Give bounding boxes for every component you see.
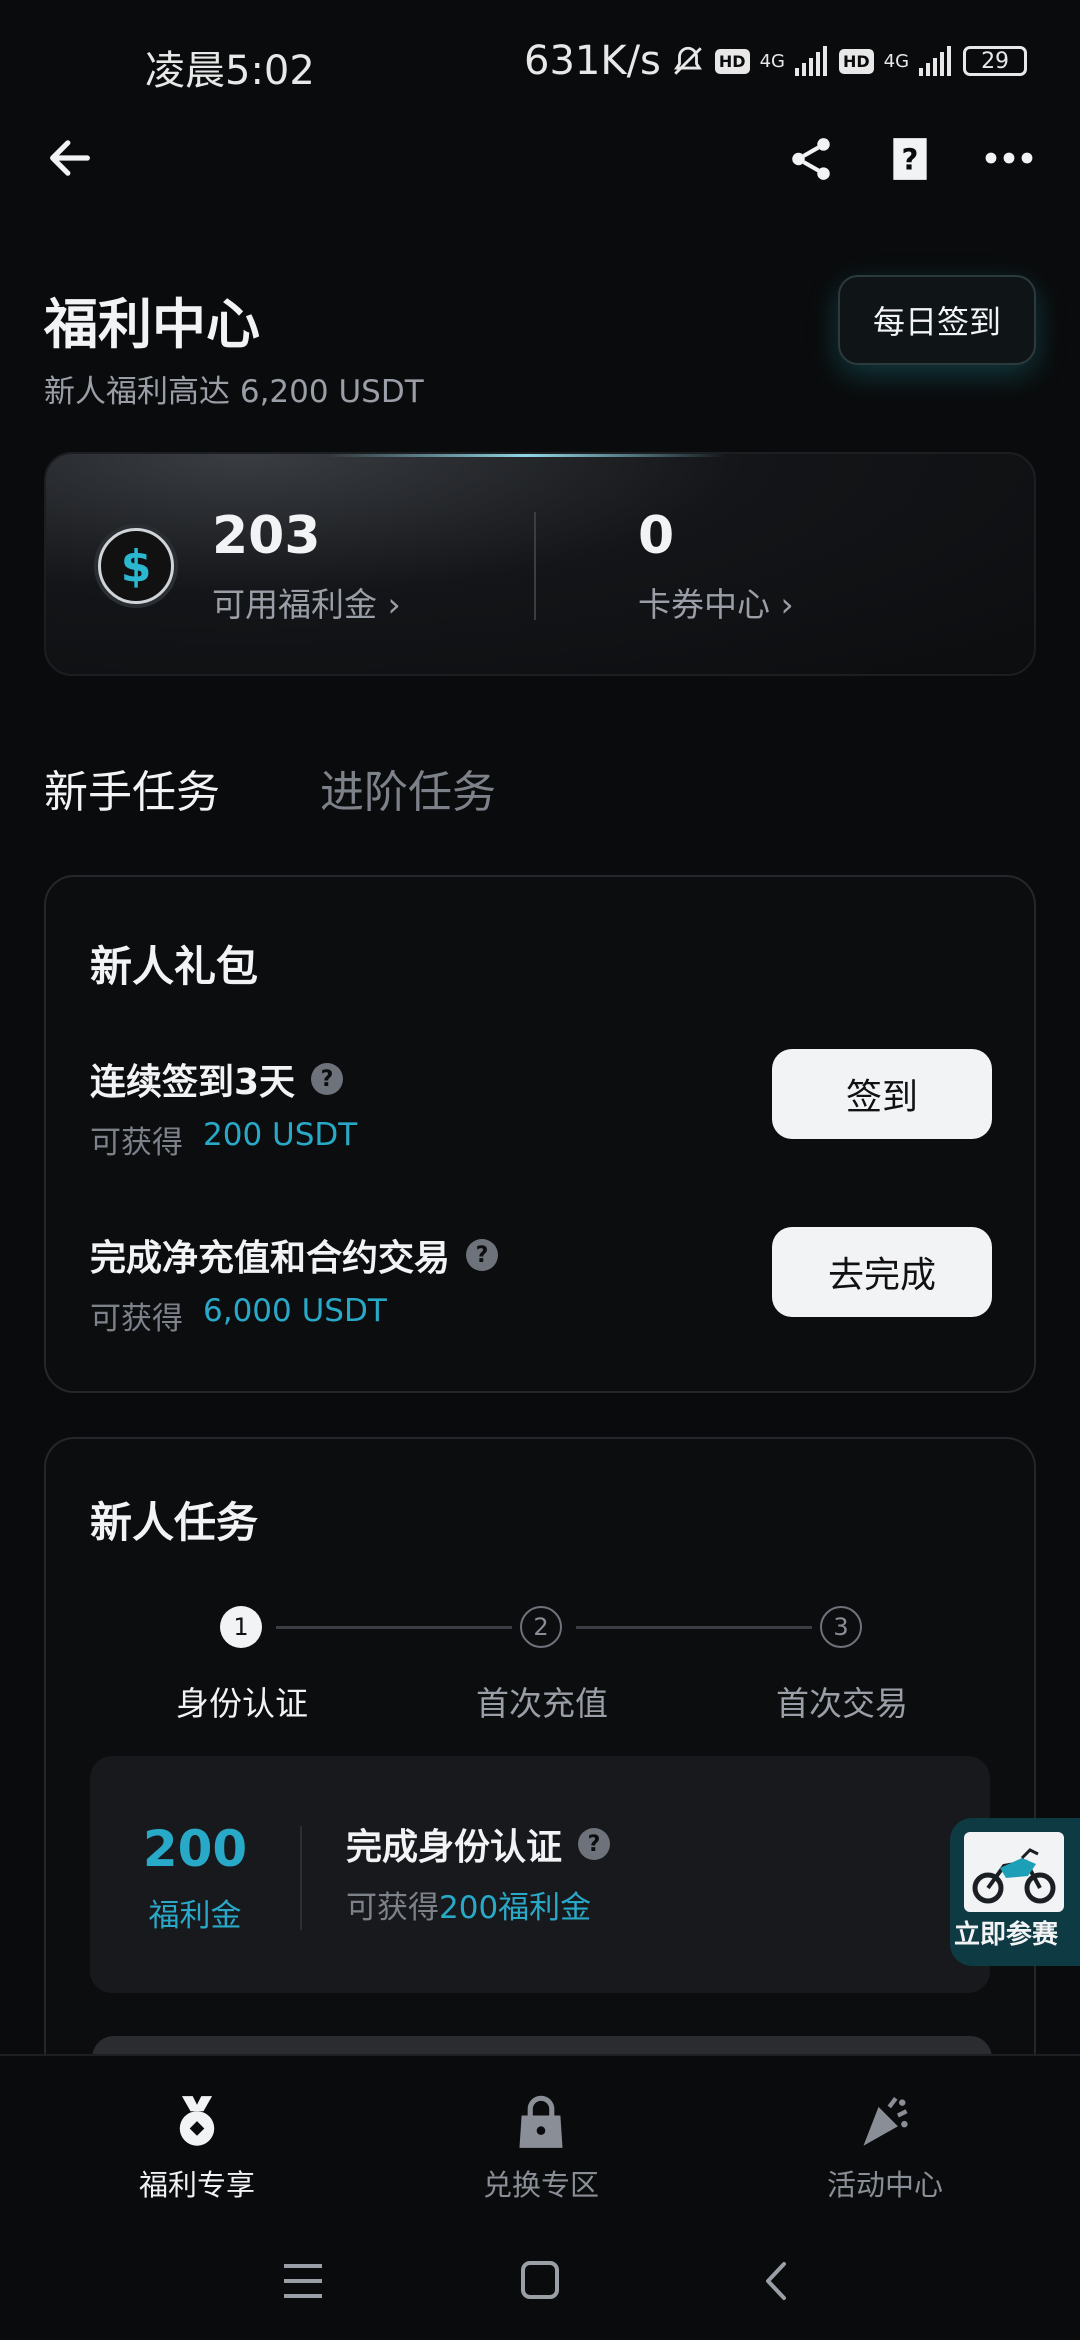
hd-badge-2: HD — [838, 48, 874, 74]
reward-value: 200 USDT — [203, 1117, 358, 1153]
coupon-count-value: 0 — [638, 506, 675, 566]
home-icon[interactable] — [520, 2260, 560, 2300]
step-2-label[interactable]: 首次充值 — [476, 1677, 608, 1725]
medal-icon — [179, 2096, 215, 2146]
newbie-tasks-title: 新人任务 — [90, 1498, 259, 1547]
bottom-nav-item-welfare[interactable]: 福利专享 — [92, 2094, 302, 2204]
reward-prefix: 可获得 — [346, 1890, 439, 1926]
status-indicators: 631K/s HD 4G HD 4G 29 — [524, 38, 1028, 84]
more-icon[interactable] — [982, 138, 1036, 178]
motorcycle-image — [964, 1832, 1064, 1912]
join-contest-badge[interactable]: 立即参赛 — [950, 1818, 1080, 1966]
step-1-circle: 1 — [220, 1606, 262, 1648]
task-box-divider — [300, 1826, 302, 1930]
bottom-nav: 福利专享 兑换专区 活动中心 — [0, 2054, 1080, 2340]
bottom-nav-item-activities[interactable]: 活动中心 — [780, 2094, 990, 2204]
task-reward: 可获得 200 USDT — [90, 1117, 357, 1162]
signal-bars-icon — [794, 46, 827, 76]
signal-icon: 4G — [759, 50, 785, 72]
bottom-nav-label: 活动中心 — [826, 2168, 943, 2202]
bottom-nav-item-exchange[interactable]: 兑换专区 — [436, 2094, 646, 2204]
reward-prefix: 可获得 — [90, 1301, 183, 1337]
question-icon[interactable]: ? — [466, 1239, 499, 1271]
checkin-button[interactable]: 签到 — [772, 1049, 992, 1139]
step-1-label[interactable]: 身份认证 — [176, 1677, 308, 1725]
bottom-nav-label: 福利专享 — [138, 2168, 255, 2202]
dollar-coin-icon: $ — [98, 528, 174, 604]
battery-icon: 29 — [963, 46, 1028, 76]
page-title: 福利中心 — [44, 293, 260, 356]
page-subtitle: 新人福利高达 6,200 USDT — [44, 374, 424, 410]
step-2-circle: 2 — [520, 1606, 562, 1648]
step-3-circle: 3 — [820, 1606, 862, 1648]
reward-value: 200福利金 — [439, 1890, 592, 1926]
signal-bars-icon-2 — [919, 46, 952, 76]
hd-badge: HD — [714, 48, 750, 74]
motorcycle-icon — [972, 1848, 1056, 1904]
question-icon[interactable]: ? — [578, 1828, 611, 1860]
mute-bell-icon — [673, 46, 702, 75]
current-task-box: 200 福利金 完成身份认证 ? 可获得 200福利金 — [90, 1756, 990, 1993]
task-amount: 200 — [142, 1820, 248, 1878]
reward-prefix: 可获得 — [90, 1125, 183, 1161]
reward-value: 6,000 USDT — [203, 1293, 387, 1329]
share-icon[interactable] — [786, 134, 836, 184]
menu-icon[interactable] — [282, 2262, 324, 2300]
status-time: 凌晨5:02 — [145, 48, 315, 94]
task-row-checkin: 连续签到3天 ? — [90, 1053, 344, 1105]
network-speed: 631K/s — [524, 38, 661, 84]
task-amount-unit: 福利金 — [148, 1898, 242, 1934]
coupon-center-link[interactable]: 卡券中心 › — [638, 578, 794, 626]
lock-bag-icon — [519, 2095, 563, 2148]
task-row-deposit-trade: 完成净充值和合约交易 ? — [90, 1229, 499, 1281]
gift-pack-card: 新人礼包 连续签到3天 ? 可获得 200 USDT 签到 完成净充值和合约交易… — [44, 875, 1036, 1393]
task-reward: 可获得 6,000 USDT — [90, 1293, 387, 1338]
signal-icon-2: 4G — [883, 50, 910, 72]
gift-pack-title: 新人礼包 — [90, 942, 259, 991]
party-popper-icon — [863, 2097, 908, 2146]
help-icon[interactable]: ? — [888, 134, 932, 184]
task-title: 连续签到3天 — [90, 1062, 296, 1103]
task-title: 完成身份认证 — [346, 1827, 563, 1868]
welfare-balance-value: 203 — [212, 506, 321, 566]
svg-text:?: ? — [902, 142, 919, 176]
welfare-balance-link[interactable]: 可用福利金 › — [212, 578, 401, 626]
daily-checkin-button[interactable]: 每日签到 — [838, 275, 1036, 365]
stepper-line — [576, 1626, 812, 1629]
tab-advanced-tasks[interactable]: 进阶任务 — [320, 756, 496, 820]
back-nav-icon[interactable] — [762, 2260, 790, 2302]
balance-card: $ 203 可用福利金 › 0 卡券中心 › — [44, 452, 1036, 676]
question-icon[interactable]: ? — [311, 1063, 344, 1095]
bottom-nav-label: 兑换专区 — [482, 2168, 599, 2202]
step-3-label[interactable]: 首次交易 — [776, 1677, 908, 1725]
go-complete-button[interactable]: 去完成 — [772, 1227, 992, 1317]
balance-divider — [534, 512, 536, 620]
task-title-row: 完成身份认证 ? — [346, 1818, 611, 1870]
stepper-line — [276, 1626, 512, 1629]
back-arrow-icon[interactable] — [44, 132, 96, 184]
tab-newbie-tasks[interactable]: 新手任务 — [44, 756, 220, 820]
join-contest-label: 立即参赛 — [954, 1920, 1059, 1950]
task-reward: 可获得 200福利金 — [346, 1882, 591, 1927]
task-title: 完成净充值和合约交易 — [90, 1238, 451, 1279]
